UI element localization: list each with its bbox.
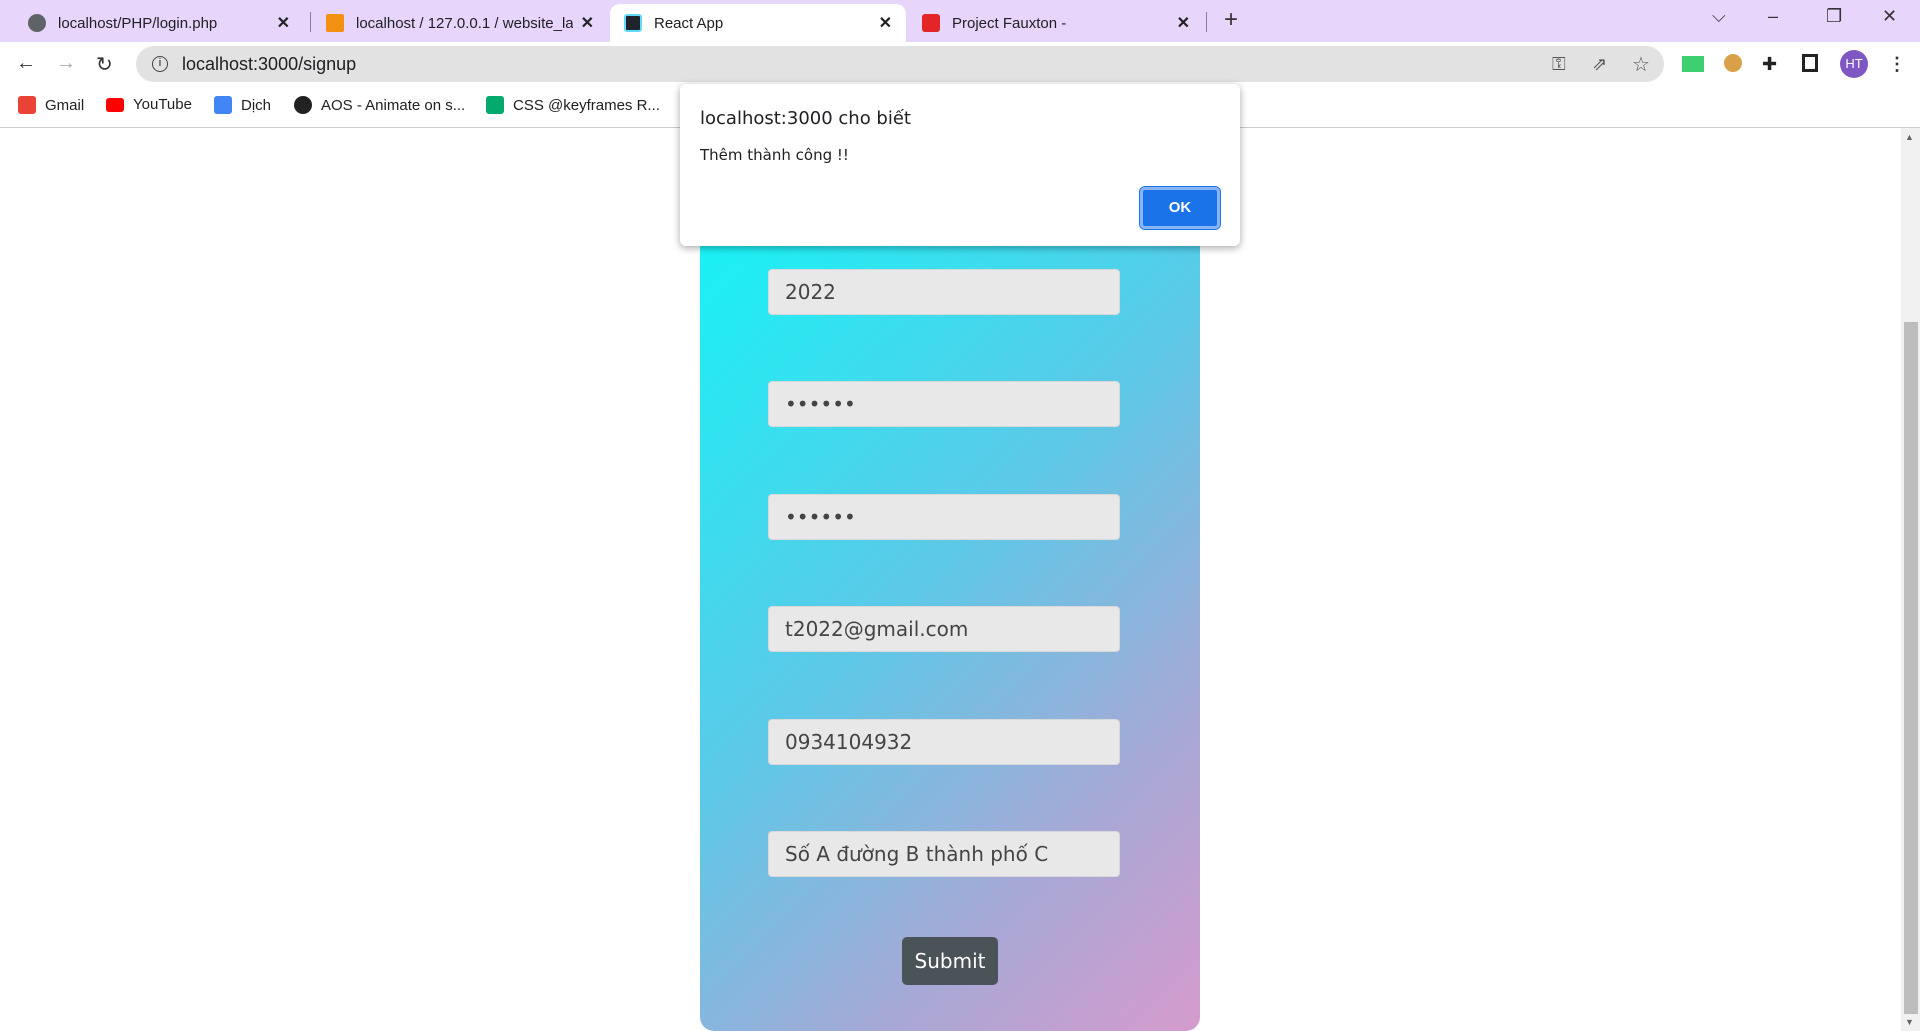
menu-icon[interactable]: ⋮ — [1888, 54, 1906, 75]
extension-meter-icon[interactable] — [1682, 56, 1704, 72]
youtube-icon — [106, 97, 124, 112]
submit-button[interactable]: Submit — [902, 937, 998, 985]
bookmark-css-keyframes[interactable]: CSS @keyframes R... — [486, 96, 660, 114]
tab-react-app[interactable]: React App ✕ — [610, 4, 906, 42]
globe-icon — [294, 96, 312, 114]
dialog-title: localhost:3000 cho biết — [700, 108, 911, 129]
w3schools-icon — [486, 96, 504, 114]
address-input[interactable]: Số A đường B thành phố C — [768, 831, 1120, 877]
share-icon[interactable]: ⇗ — [1592, 54, 1607, 75]
tab-search-icon[interactable]: ⌵ — [1712, 6, 1726, 27]
bookmark-dich[interactable]: Dịch — [214, 96, 271, 114]
tab-login[interactable]: localhost/PHP/login.php ✕ — [14, 4, 304, 42]
minimize-button[interactable]: – — [1768, 6, 1778, 27]
signup-form: 2022 •••••• •••••• t2022@gmail.com 09341… — [700, 200, 1200, 1031]
bookmark-star-icon[interactable]: ☆ — [1632, 52, 1650, 77]
restore-button[interactable]: ❐ — [1826, 6, 1842, 27]
alert-dialog: localhost:3000 cho biết Thêm thành công … — [680, 84, 1240, 246]
key-icon[interactable]: ⚿ — [1552, 54, 1566, 75]
confirm-password-input[interactable]: •••••• — [768, 494, 1120, 540]
password-input[interactable]: •••••• — [768, 381, 1120, 427]
close-tab-icon[interactable]: ✕ — [277, 13, 290, 33]
phone-input[interactable]: 0934104932 — [768, 719, 1120, 765]
close-tab-icon[interactable]: ✕ — [581, 13, 594, 33]
extensions-puzzle-icon[interactable]: ✚ — [1762, 54, 1777, 75]
gmail-icon — [18, 96, 36, 114]
info-icon[interactable]: i — [152, 56, 168, 72]
tab-phpmyadmin[interactable]: localhost / 127.0.0.1 / website_lap ✕ — [312, 4, 608, 42]
email-input[interactable]: t2022@gmail.com — [768, 606, 1120, 652]
username-input[interactable]: 2022 — [768, 269, 1120, 315]
ok-button[interactable]: OK — [1139, 186, 1221, 230]
back-button[interactable]: ← — [16, 52, 36, 75]
bookmark-gmail[interactable]: Gmail — [18, 96, 84, 114]
scrollbar-thumb[interactable] — [1904, 322, 1918, 1014]
bookmark-youtube[interactable]: YouTube — [106, 96, 192, 113]
react-icon — [624, 14, 642, 32]
scrollbar[interactable]: ▲ ▼ — [1901, 128, 1920, 1031]
close-window-button[interactable]: ✕ — [1882, 6, 1897, 27]
phpmyadmin-icon — [326, 14, 344, 32]
reload-button[interactable]: ↻ — [96, 52, 113, 77]
close-tab-icon[interactable]: ✕ — [1177, 13, 1190, 33]
bookmark-aos[interactable]: AOS - Animate on s... — [294, 96, 465, 114]
fauxton-icon — [922, 14, 940, 32]
forward-button[interactable]: → — [56, 52, 76, 75]
new-tab-button[interactable]: + — [1224, 6, 1238, 34]
toolbar: ← → ↻ i localhost:3000/signup ⚿ ⇗ ☆ ✚ HT … — [0, 42, 1920, 86]
globe-icon — [28, 14, 46, 32]
tab-fauxton[interactable]: Project Fauxton - ✕ — [908, 4, 1204, 42]
translate-icon — [214, 96, 232, 114]
side-panel-icon[interactable] — [1802, 54, 1818, 72]
cookie-icon[interactable] — [1724, 54, 1742, 72]
address-bar[interactable]: i localhost:3000/signup — [136, 46, 1664, 82]
scroll-up-icon[interactable]: ▲ — [1905, 132, 1914, 142]
close-tab-icon[interactable]: ✕ — [879, 13, 892, 33]
dialog-message: Thêm thành công !! — [700, 146, 849, 164]
tab-strip: localhost/PHP/login.php ✕ localhost / 127… — [0, 0, 1920, 42]
scroll-down-icon[interactable]: ▼ — [1905, 1017, 1914, 1027]
avatar[interactable]: HT — [1840, 50, 1868, 78]
